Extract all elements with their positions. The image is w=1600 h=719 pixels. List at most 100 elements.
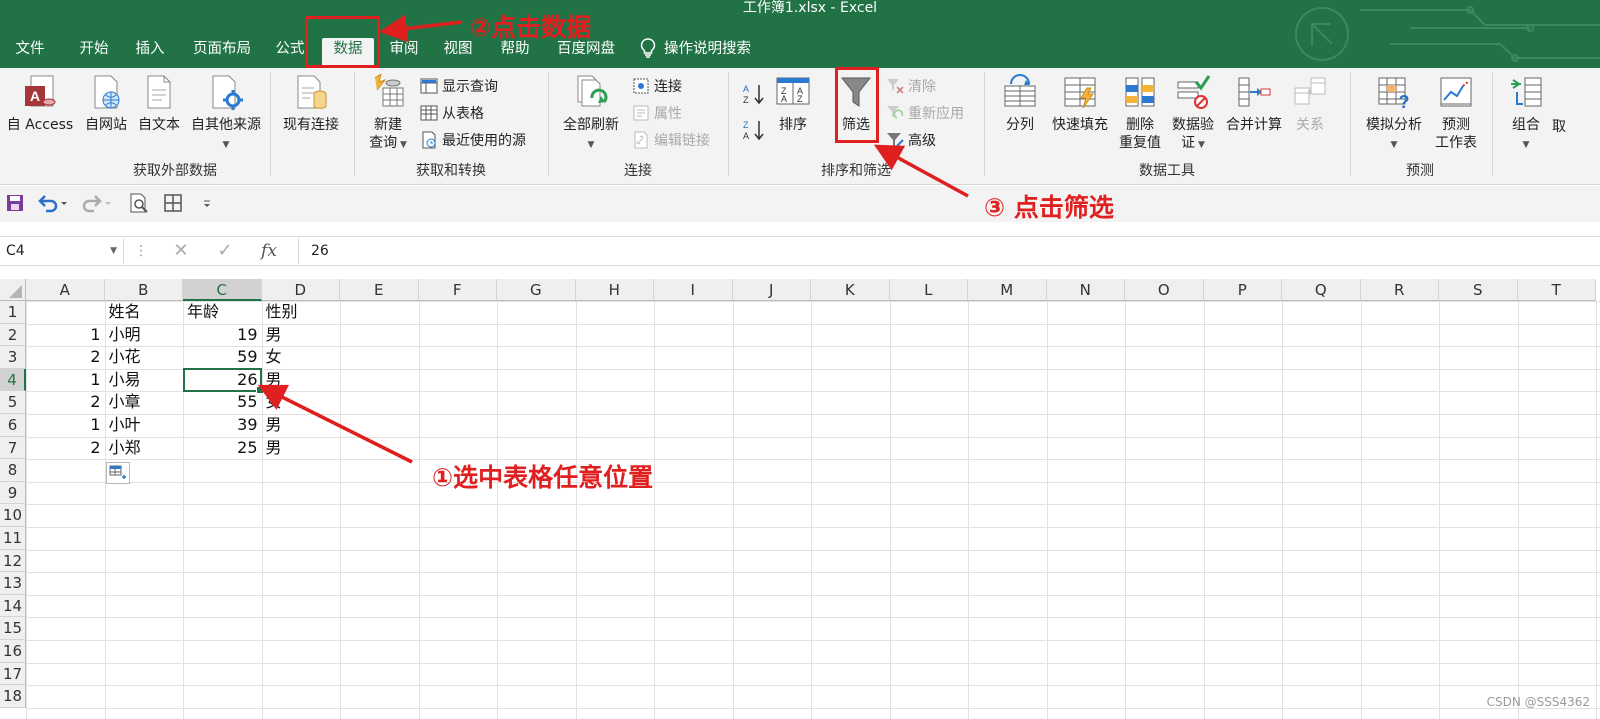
- column-header-r[interactable]: R: [1360, 279, 1439, 301]
- row-header-4[interactable]: 4: [0, 368, 26, 392]
- column-header-q[interactable]: Q: [1282, 279, 1361, 301]
- cell-d1[interactable]: 性别: [262, 301, 341, 324]
- column-header-d[interactable]: D: [261, 279, 340, 301]
- row-header-14[interactable]: 14: [0, 594, 26, 618]
- cell-a5[interactable]: 2: [26, 391, 105, 414]
- from-table-button[interactable]: 从表格: [420, 103, 484, 127]
- row-header-6[interactable]: 6: [0, 414, 26, 437]
- tab-home[interactable]: 开始: [70, 38, 118, 66]
- column-header-j[interactable]: J: [732, 279, 811, 301]
- cell-b2[interactable]: 小明: [105, 324, 184, 347]
- refresh-all-button[interactable]: 全部刷新 ▼: [556, 72, 626, 154]
- save-icon[interactable]: [4, 192, 26, 214]
- cell-d7[interactable]: 男: [262, 437, 341, 460]
- column-header-h[interactable]: H: [575, 279, 654, 301]
- new-query-button[interactable]: 新建 查询 ▼: [360, 72, 416, 154]
- column-header-n[interactable]: N: [1046, 279, 1125, 301]
- cell-c3[interactable]: 59: [183, 346, 262, 369]
- column-header-a[interactable]: A: [26, 279, 105, 301]
- redo-icon[interactable]: [80, 192, 114, 214]
- undo-icon[interactable]: [36, 192, 70, 214]
- row-header-8[interactable]: 8: [0, 459, 26, 482]
- row-header-16[interactable]: 16: [0, 640, 26, 663]
- cell-c7[interactable]: 25: [183, 437, 262, 460]
- data-validation-button[interactable]: 数据验证 ▼: [1168, 72, 1218, 154]
- clear-filter-button[interactable]: 清除: [886, 76, 936, 100]
- what-if-analysis-button[interactable]: ? 模拟分析 ▼: [1358, 72, 1430, 154]
- cancel-edit-icon[interactable]: ✕: [168, 240, 194, 262]
- recent-sources-button[interactable]: 最近使用的源: [420, 130, 526, 154]
- cell-a7[interactable]: 2: [26, 437, 105, 460]
- forecast-sheet-button[interactable]: 预测 工作表: [1430, 72, 1482, 152]
- column-header-t[interactable]: T: [1517, 279, 1596, 301]
- column-header-m[interactable]: M: [968, 279, 1047, 301]
- cell-c2[interactable]: 19: [183, 324, 262, 347]
- cell-d3[interactable]: 女: [262, 346, 341, 369]
- row-header-12[interactable]: 12: [0, 549, 26, 573]
- cell-d4[interactable]: 男: [262, 369, 341, 392]
- cell-a4[interactable]: 1: [26, 369, 105, 392]
- insert-function-icon[interactable]: fx: [256, 240, 282, 262]
- sort-button[interactable]: Z A A Z 排序: [772, 72, 814, 134]
- cell-c6[interactable]: 39: [183, 414, 262, 437]
- row-header-11[interactable]: 11: [0, 527, 26, 550]
- from-access-button[interactable]: A 自 Access: [4, 72, 76, 134]
- cell-b4[interactable]: 小易: [105, 369, 184, 392]
- name-box-dropdown-icon[interactable]: ▼: [110, 238, 117, 264]
- cell-b3[interactable]: 小花: [105, 346, 184, 369]
- cell-d2[interactable]: 男: [262, 324, 341, 347]
- show-queries-button[interactable]: 显示查询: [420, 76, 498, 100]
- cell-c5[interactable]: 55: [183, 391, 262, 414]
- column-header-c[interactable]: C: [183, 279, 262, 301]
- advanced-filter-button[interactable]: 高级: [886, 130, 936, 154]
- properties-button[interactable]: 属性: [632, 103, 682, 127]
- tab-review[interactable]: 审阅: [382, 38, 426, 66]
- quick-analysis-button[interactable]: [106, 462, 130, 484]
- row-header-1[interactable]: 1: [0, 301, 26, 324]
- column-header-s[interactable]: S: [1439, 279, 1518, 301]
- row-header-3[interactable]: 3: [0, 346, 26, 369]
- row-header-9[interactable]: 9: [0, 481, 26, 505]
- connections-button[interactable]: 连接: [632, 76, 682, 100]
- column-header-k[interactable]: K: [811, 279, 890, 301]
- borders-icon[interactable]: [162, 192, 184, 214]
- row-header-7[interactable]: 7: [0, 436, 26, 460]
- column-header-o[interactable]: O: [1125, 279, 1204, 301]
- name-box[interactable]: C4 ▼: [0, 238, 124, 264]
- tab-file[interactable]: 文件: [6, 38, 54, 66]
- row-header-17[interactable]: 17: [0, 662, 26, 686]
- cell-c1[interactable]: 年龄: [183, 301, 262, 324]
- column-header-b[interactable]: B: [104, 279, 183, 301]
- group-outline-button[interactable]: 组合 ▼: [1504, 72, 1548, 154]
- relationships-button[interactable]: 关系: [1290, 72, 1330, 134]
- tell-me-search[interactable]: 操作说明搜索: [640, 38, 770, 66]
- cell-d5[interactable]: 女: [262, 391, 341, 414]
- row-header-10[interactable]: 10: [0, 504, 26, 527]
- from-web-button[interactable]: 自网站: [80, 72, 132, 134]
- cell-b5[interactable]: 小章: [105, 391, 184, 414]
- edit-links-button[interactable]: 编辑链接: [632, 130, 710, 154]
- from-text-button[interactable]: 自文本: [134, 72, 184, 134]
- row-header-13[interactable]: 13: [0, 572, 26, 595]
- print-preview-icon[interactable]: [128, 192, 150, 214]
- row-header-18[interactable]: 18: [0, 685, 26, 708]
- cell-d6[interactable]: 男: [262, 414, 341, 437]
- text-to-columns-button[interactable]: 分列: [998, 72, 1042, 134]
- column-header-f[interactable]: F: [418, 279, 497, 301]
- cell-b7[interactable]: 小郑: [105, 437, 184, 460]
- column-header-l[interactable]: L: [889, 279, 968, 301]
- remove-duplicates-button[interactable]: 删除 重复值: [1116, 72, 1164, 152]
- ungroup-button[interactable]: 取: [1552, 72, 1592, 136]
- column-header-p[interactable]: P: [1203, 279, 1282, 301]
- tab-page-layout[interactable]: 页面布局: [186, 38, 258, 66]
- sort-z-to-a-icon[interactable]: Z A: [742, 118, 766, 142]
- cell-a2[interactable]: 1: [26, 324, 105, 347]
- column-header-g[interactable]: G: [497, 279, 576, 301]
- select-all-corner[interactable]: [0, 279, 26, 301]
- cell-a6[interactable]: 1: [26, 414, 105, 437]
- row-header-2[interactable]: 2: [0, 323, 26, 347]
- reapply-button[interactable]: 重新应用: [886, 103, 964, 127]
- from-other-sources-button[interactable]: 自其他来源 ▼: [186, 72, 266, 154]
- column-header-i[interactable]: I: [654, 279, 733, 301]
- flash-fill-button[interactable]: 快速填充: [1048, 72, 1112, 134]
